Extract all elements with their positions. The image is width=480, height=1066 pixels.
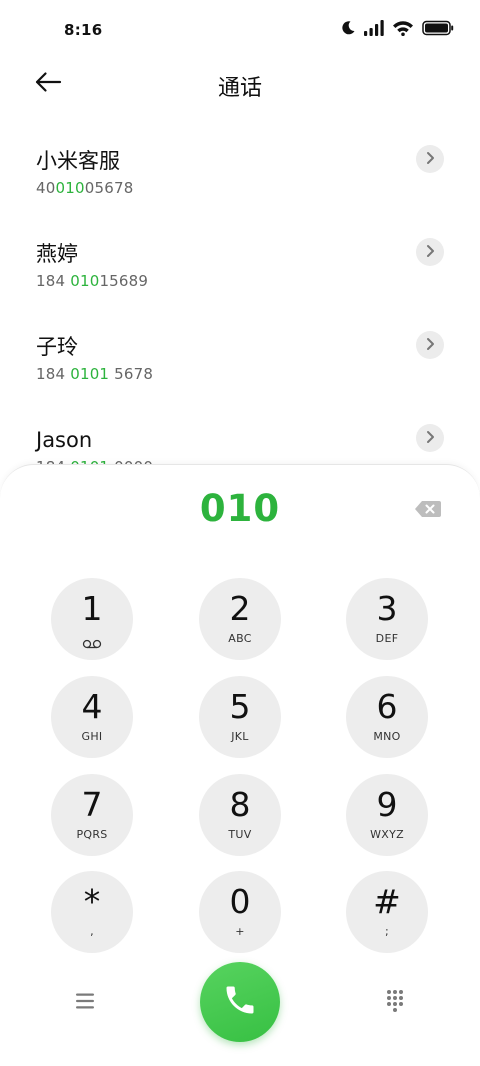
dialer-bottom-bar: [0, 962, 480, 1044]
key-9[interactable]: 9 WXYZ: [346, 774, 428, 856]
key-digit: #: [373, 882, 401, 921]
key-5[interactable]: 5 JKL: [199, 676, 281, 758]
key-digit: *: [83, 882, 101, 921]
contact-list: 小米客服 4001005678 燕婷 184 01015689 子玲 184 0…: [0, 127, 480, 499]
key-6[interactable]: 6 MNO: [346, 676, 428, 758]
key-letters: ,: [90, 925, 94, 938]
key-digit: 5: [229, 687, 251, 726]
matched-digits: 010: [70, 272, 100, 290]
contact-item[interactable]: 燕婷 184 01015689: [0, 220, 480, 313]
key-hash[interactable]: # ;: [346, 871, 428, 953]
key-digit: 1: [81, 589, 103, 628]
key-digit: 8: [229, 785, 251, 824]
contact-item[interactable]: 小米客服 4001005678: [0, 127, 480, 220]
key-letters: TUV: [228, 828, 252, 841]
chevron-right-icon: [425, 150, 435, 169]
status-time: 8:16: [64, 21, 103, 39]
key-letters: DEF: [375, 632, 399, 645]
key-digit: 4: [81, 687, 103, 726]
key-4[interactable]: 4 GHI: [51, 676, 133, 758]
key-digit: 2: [229, 589, 251, 628]
key-letters: GHI: [81, 730, 103, 743]
call-button[interactable]: [200, 962, 280, 1042]
contact-name: 小米客服: [36, 149, 120, 173]
backspace-button[interactable]: [414, 499, 442, 519]
key-letters: WXYZ: [370, 828, 404, 841]
key-2[interactable]: 2 ABC: [199, 578, 281, 660]
header: 通话: [0, 62, 480, 106]
moon-icon: [340, 20, 356, 36]
contact-detail-button[interactable]: [416, 331, 444, 359]
page-title: 通话: [217, 76, 262, 101]
contact-name: Jason: [36, 428, 93, 452]
keypad-icon: [382, 990, 408, 1018]
key-digit: 0: [229, 882, 251, 921]
key-digit: 6: [376, 687, 398, 726]
key-letters: JKL: [231, 730, 249, 743]
contact-detail-button[interactable]: [416, 238, 444, 266]
wifi-icon: [392, 20, 414, 36]
key-1[interactable]: 1: [51, 578, 133, 660]
menu-button[interactable]: [72, 988, 98, 1014]
dial-input-display[interactable]: 010: [0, 487, 480, 530]
contact-number: 4001005678: [36, 179, 134, 197]
contact-number: 184 0101 5678: [36, 365, 154, 383]
key-letters: +: [235, 925, 245, 938]
key-letters: MNO: [373, 730, 401, 743]
matched-digits: 010: [55, 179, 85, 197]
contact-detail-button[interactable]: [416, 424, 444, 452]
key-7[interactable]: 7 PQRS: [51, 774, 133, 856]
contact-name: 燕婷: [36, 242, 78, 266]
signal-icon: [364, 20, 384, 36]
backspace-icon: [414, 501, 442, 523]
key-3[interactable]: 3 DEF: [346, 578, 428, 660]
menu-icon: [72, 993, 98, 1018]
keypad-toggle-button[interactable]: [382, 988, 408, 1014]
voicemail-icon: [82, 634, 102, 653]
status-bar: 8:16: [0, 0, 480, 62]
phone-icon: [222, 982, 258, 1022]
key-letters: ;: [384, 925, 389, 938]
key-letters: PQRS: [76, 828, 108, 841]
key-digit: 3: [376, 589, 398, 628]
key-letters: ABC: [228, 632, 252, 645]
battery-icon: [422, 20, 454, 36]
key-0[interactable]: 0 +: [199, 871, 281, 953]
chevron-right-icon: [425, 336, 435, 355]
key-digit: 9: [376, 785, 398, 824]
matched-digits: 0101: [70, 365, 110, 383]
chevron-right-icon: [425, 243, 435, 262]
chevron-right-icon: [425, 429, 435, 448]
key-8[interactable]: 8 TUV: [199, 774, 281, 856]
contact-number: 184 01015689: [36, 272, 149, 290]
key-digit: 7: [81, 785, 103, 824]
contact-name: 子玲: [36, 335, 78, 359]
status-icons: [340, 20, 454, 36]
key-star[interactable]: * ,: [51, 871, 133, 953]
contact-item[interactable]: 子玲 184 0101 5678: [0, 313, 480, 406]
dialer-panel: 010 1 2 ABC 3 DEF 4 GHI 5 JKL 6 MNO 7 PQ…: [0, 464, 480, 1066]
contact-detail-button[interactable]: [416, 145, 444, 173]
